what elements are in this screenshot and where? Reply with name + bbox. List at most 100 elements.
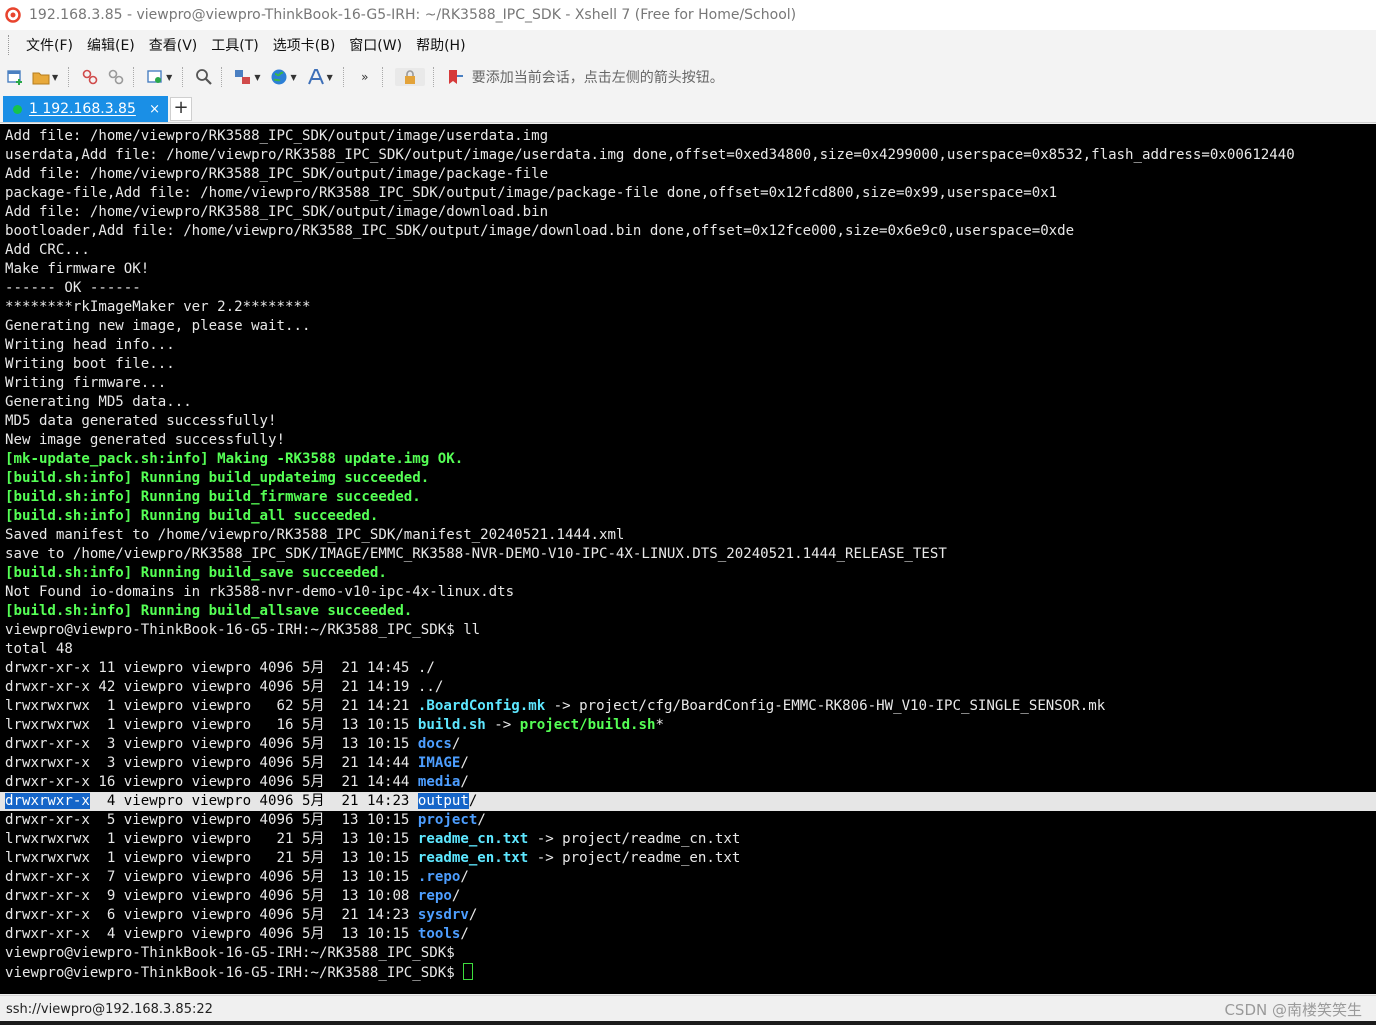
new-session-icon[interactable] xyxy=(6,68,24,86)
terminal-line: drwxrwxr-x 3 viewpro viewpro 4096 5月 21 … xyxy=(5,754,469,773)
selected-text: drwxrwxr-x xyxy=(5,793,90,809)
terminal-text: drwxr-xr-x 3 viewpro viewpro 4096 5月 13 … xyxy=(5,736,418,752)
terminal-line: Generating MD5 data... xyxy=(5,393,192,412)
terminal-line: viewpro@viewpro-ThinkBook-16-G5-IRH:~/RK… xyxy=(5,944,455,963)
terminal-line: viewpro@viewpro-ThinkBook-16-G5-IRH:~/RK… xyxy=(5,963,474,982)
terminal-line: lrwxrwxrwx 1 viewpro viewpro 62 5月 21 14… xyxy=(5,697,1105,716)
terminal-text: drwxrwxr-x 3 viewpro viewpro 4096 5月 21 … xyxy=(5,755,418,771)
close-tab-icon[interactable]: × xyxy=(149,102,160,117)
terminal-text: total 48 xyxy=(5,641,73,657)
terminal-line: [mk-update_pack.sh:info] Making -RK3588 … xyxy=(5,450,463,469)
terminal-text: IMAGE xyxy=(417,755,461,771)
terminal-line: lrwxrwxrwx 1 viewpro viewpro 21 5月 13 10… xyxy=(5,849,740,868)
terminal-line: drwxr-xr-x 4 viewpro viewpro 4096 5月 13 … xyxy=(5,925,469,944)
reconnect-icon[interactable] xyxy=(107,68,125,86)
terminal-text: project xyxy=(417,812,478,828)
terminal-line: Saved manifest to /home/viewpro/RK3588_I… xyxy=(5,526,624,545)
menu-tools[interactable]: 工具(T) xyxy=(204,35,265,55)
menu-help[interactable]: 帮助(H) xyxy=(409,35,472,55)
terminal-line: Not Found io-domains in rk3588-nvr-demo-… xyxy=(5,583,514,602)
window-title: 192.168.3.85 - viewpro@viewpro-ThinkBook… xyxy=(29,7,797,23)
connection-address: ssh://viewpro@192.168.3.85:22 xyxy=(6,1001,213,1017)
terminal-text: / xyxy=(460,774,469,790)
terminal-text: media xyxy=(417,774,461,790)
terminal-text: Add file: /home/viewpro/RK3588_IPC_SDK/o… xyxy=(5,128,549,144)
terminal-text: / xyxy=(460,926,469,942)
globe-dropdown-icon[interactable]: ▼ xyxy=(290,73,296,82)
terminal-text: 4 viewpro viewpro 4096 5月 21 14:23 xyxy=(89,793,418,809)
terminal-text: -> project/readme_cn.txt xyxy=(528,831,741,847)
terminal-text: package-file,Add file: /home/viewpro/RK3… xyxy=(5,185,1058,201)
terminal-text: / xyxy=(468,907,478,923)
font-dropdown-icon[interactable]: ▼ xyxy=(327,73,333,82)
find-icon[interactable] xyxy=(195,68,213,86)
terminal-line: drwxr-xr-x 6 viewpro viewpro 4096 5月 21 … xyxy=(5,906,477,925)
terminal-text: [build.sh:info] Running build_allsave su… xyxy=(5,603,413,619)
terminal-text: viewpro@viewpro-ThinkBook-16-G5-IRH:~/RK… xyxy=(5,965,464,981)
font-icon[interactable] xyxy=(307,68,325,86)
terminal-text: readme_cn.txt xyxy=(417,831,529,847)
terminal-line: viewpro@viewpro-ThinkBook-16-G5-IRH:~/RK… xyxy=(5,621,480,640)
properties-icon[interactable] xyxy=(146,68,164,86)
terminal-line: Add file: /home/viewpro/RK3588_IPC_SDK/o… xyxy=(5,165,548,184)
transfer-dropdown-icon[interactable]: ▼ xyxy=(254,73,260,82)
tab-bar: 1 192.168.3.85 × + xyxy=(0,94,1376,123)
terminal-line: drwxrwxr-x 4 viewpro viewpro 4096 5月 21 … xyxy=(5,792,477,811)
terminal-text: drwxr-xr-x 6 viewpro viewpro 4096 5月 21 … xyxy=(5,907,418,923)
bottom-edge xyxy=(0,1021,1376,1025)
terminal-text: / xyxy=(468,793,478,809)
terminal-text: [mk-update_pack.sh:info] Making -RK3588 … xyxy=(5,451,464,467)
terminal-text: ********rkImageMaker ver 2.2******** xyxy=(5,299,311,315)
terminal-line: Writing firmware... xyxy=(5,374,166,393)
open-folder-icon[interactable] xyxy=(32,68,50,86)
new-tab-button[interactable]: + xyxy=(170,97,192,121)
terminal-text: [build.sh:info] Running build_updateimg … xyxy=(5,470,430,486)
lock-icon[interactable] xyxy=(394,68,425,86)
terminal-text: drwxr-xr-x 42 viewpro viewpro 4096 5月 21… xyxy=(5,679,444,695)
terminal-output[interactable]: Add file: /home/viewpro/RK3588_IPC_SDK/o… xyxy=(0,124,1376,994)
terminal-text: bootloader,Add file: /home/viewpro/RK358… xyxy=(5,223,1075,239)
terminal-text: Writing boot file... xyxy=(5,356,175,372)
terminal-line: ------ OK ------ xyxy=(5,279,141,298)
terminal-text: viewpro@viewpro-ThinkBook-16-G5-IRH:~/RK… xyxy=(5,622,481,638)
watermark: CSDN @南楼笑笑生 xyxy=(1224,1000,1362,1019)
terminal-line: Add file: /home/viewpro/RK3588_IPC_SDK/o… xyxy=(5,203,548,222)
terminal-line: drwxr-xr-x 9 viewpro viewpro 4096 5月 13 … xyxy=(5,887,460,906)
menu-tabs[interactable]: 选项卡(B) xyxy=(266,35,343,55)
terminal-line: userdata,Add file: /home/viewpro/RK3588_… xyxy=(5,146,1295,165)
terminal-line: [build.sh:info] Running build_updateimg … xyxy=(5,469,429,488)
terminal-text: tools xyxy=(417,926,461,942)
transfer-icon[interactable] xyxy=(234,68,252,86)
terminal-text: Generating MD5 data... xyxy=(5,394,192,410)
terminal-line: Add CRC... xyxy=(5,241,90,260)
terminal-text: Make firmware OK! xyxy=(5,261,150,277)
menu-file[interactable]: 文件(F) xyxy=(19,35,80,55)
terminal-line: [build.sh:info] Running build_firmware s… xyxy=(5,488,421,507)
terminal-line: package-file,Add file: /home/viewpro/RK3… xyxy=(5,184,1057,203)
terminal-line: drwxr-xr-x 16 viewpro viewpro 4096 5月 21… xyxy=(5,773,469,792)
terminal-line: MD5 data generated successfully! xyxy=(5,412,277,431)
bookmark-icon[interactable] xyxy=(446,68,464,86)
disconnect-icon[interactable] xyxy=(81,68,99,86)
globe-icon[interactable] xyxy=(270,68,288,86)
terminal-text: [build.sh:info] Running build_all succee… xyxy=(5,508,379,524)
terminal-text: drwxr-xr-x 5 viewpro viewpro 4096 5月 13 … xyxy=(5,812,418,828)
cursor xyxy=(463,963,474,980)
terminal-line: save to /home/viewpro/RK3588_IPC_SDK/IMA… xyxy=(5,545,947,564)
menu-window[interactable]: 窗口(W) xyxy=(342,35,409,55)
open-dropdown-icon[interactable]: ▼ xyxy=(52,73,58,82)
terminal-text: Saved manifest to /home/viewpro/RK3588_I… xyxy=(5,527,625,543)
menu-edit[interactable]: 编辑(E) xyxy=(80,35,142,55)
menu-view[interactable]: 查看(V) xyxy=(142,35,205,55)
terminal-line: Writing boot file... xyxy=(5,355,175,374)
menu-bar: 文件(F) 编辑(E) 查看(V) 工具(T) 选项卡(B) 窗口(W) 帮助(… xyxy=(0,30,1376,60)
terminal-text: drwxr-xr-x 9 viewpro viewpro 4096 5月 13 … xyxy=(5,888,418,904)
tab-session-1[interactable]: 1 192.168.3.85 × xyxy=(3,96,168,122)
properties-dropdown-icon[interactable]: ▼ xyxy=(166,73,172,82)
terminal-text: sysdrv xyxy=(417,907,469,923)
terminal-line: lrwxrwxrwx 1 viewpro viewpro 21 5月 13 10… xyxy=(5,830,740,849)
more-icon[interactable]: » xyxy=(356,68,374,86)
terminal-text: / xyxy=(460,755,469,771)
terminal-line: ********rkImageMaker ver 2.2******** xyxy=(5,298,310,317)
terminal-text: drwxr-xr-x 16 viewpro viewpro 4096 5月 21… xyxy=(5,774,418,790)
